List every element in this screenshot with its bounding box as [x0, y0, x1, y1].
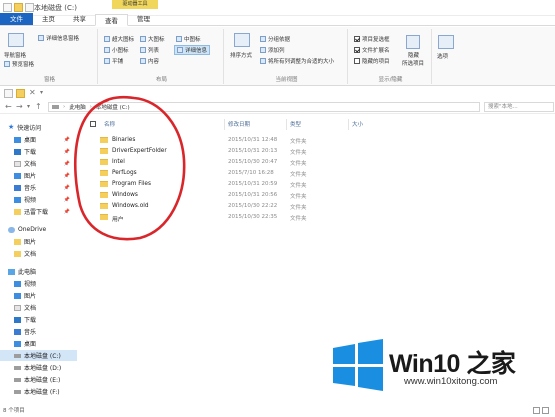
watermark-title: Win10 之家 — [389, 350, 516, 378]
item-count: 8 个项目 — [3, 408, 25, 414]
view-switcher — [533, 407, 549, 414]
windows-logo-icon — [333, 339, 383, 391]
watermark-url: www.win10xitong.com — [404, 376, 498, 387]
details-view-icon[interactable] — [533, 407, 540, 414]
status-bar: 8 个项目 — [0, 405, 555, 417]
large-icons-view-icon[interactable] — [542, 407, 549, 414]
